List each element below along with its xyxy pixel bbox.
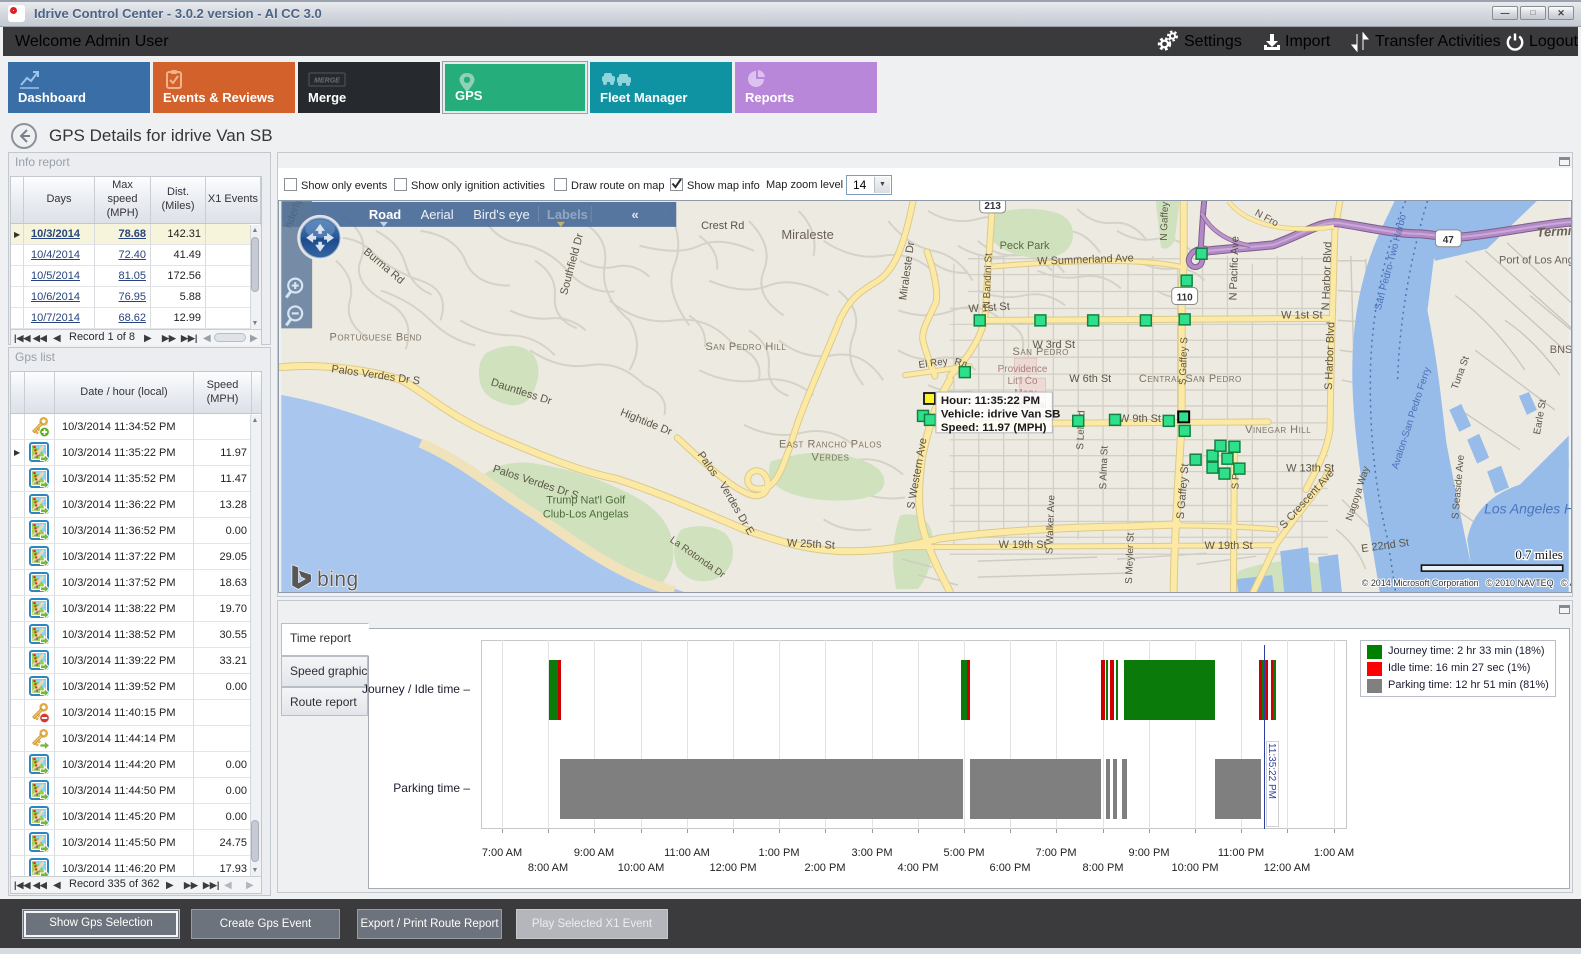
svg-text:S Gaffey S: S Gaffey S — [1178, 337, 1191, 386]
svg-text:213: 213 — [984, 201, 1001, 212]
svg-text:S Alma St: S Alma St — [1098, 445, 1111, 489]
svg-text:Terminal Is: Terminal Is — [1536, 221, 1572, 240]
svg-text:Club-Los Angelas: Club-Los Angelas — [543, 508, 629, 520]
svg-text:W 19th St: W 19th St — [999, 539, 1047, 551]
svg-text:N Gaffey Pl: N Gaffey Pl — [1159, 200, 1172, 241]
svg-text:0.7 miles: 0.7 miles — [1515, 547, 1562, 562]
svg-text:Crest Rd: Crest Rd — [701, 220, 744, 232]
svg-text:Los Angeles Harb: Los Angeles Harb — [1484, 500, 1572, 516]
svg-text:San Pedro: San Pedro — [1013, 346, 1069, 358]
svg-text:Speed: 11.97 (MPH): Speed: 11.97 (MPH) — [941, 422, 1047, 434]
svg-text:110: 110 — [1177, 292, 1194, 303]
svg-text:BNSF-Port: BNSF-Port — [1550, 344, 1572, 356]
svg-text:S P: S P — [1230, 473, 1242, 490]
svg-text:Miraleste: Miraleste — [781, 227, 833, 242]
svg-text:W 1st St: W 1st St — [1281, 309, 1322, 321]
svg-text:Portuguese Bend: Portuguese Bend — [330, 331, 423, 343]
svg-text:East Rancho Palos: East Rancho Palos — [779, 439, 882, 451]
svg-text:Trump Nat'l Golf: Trump Nat'l Golf — [546, 494, 626, 506]
svg-text:Port of Los Angel: Port of Los Angel — [1499, 255, 1572, 267]
svg-text:W 25th St: W 25th St — [787, 537, 836, 551]
svg-text:Hour: 11:35:22 PM: Hour: 11:35:22 PM — [941, 395, 1040, 407]
svg-text:S Meyler St: S Meyler St — [1124, 532, 1137, 584]
svg-text:© 2014 Microsoft Corporation: © 2014 Microsoft Corporation © 2010 NAVT… — [1362, 578, 1572, 588]
svg-text:W 6th St: W 6th St — [1069, 373, 1111, 385]
svg-text:W 9th St: W 9th St — [1119, 413, 1161, 425]
svg-text:Vinegar Hill: Vinegar Hill — [1245, 424, 1311, 436]
svg-text:S Harbor Blvd: S Harbor Blvd — [1323, 322, 1337, 390]
svg-text:Peck Park: Peck Park — [1000, 240, 1050, 252]
svg-text:Labels: Labels — [547, 207, 588, 222]
svg-text:«: « — [632, 207, 639, 222]
svg-text:Providence: Providence — [998, 364, 1048, 375]
svg-text:San Pedro Hill: San Pedro Hill — [705, 341, 786, 353]
svg-text:Lit'l Co: Lit'l Co — [1007, 376, 1038, 387]
svg-text:Road: Road — [369, 207, 401, 222]
svg-text:Vehicle: idrive Van SB: Vehicle: idrive Van SB — [941, 408, 1061, 420]
svg-text:MERGE: MERGE — [314, 78, 340, 85]
svg-text:N Bandini St: N Bandini St — [982, 253, 995, 309]
svg-text:N Harbor Blvd: N Harbor Blvd — [1320, 241, 1334, 310]
svg-text:bing: bing — [317, 568, 358, 591]
svg-text:N Pacific Ave: N Pacific Ave — [1227, 236, 1241, 301]
svg-text:Central San Pedro: Central San Pedro — [1139, 373, 1242, 385]
svg-text:Bird's eye: Bird's eye — [473, 207, 529, 222]
svg-text:47: 47 — [1443, 235, 1455, 246]
svg-text:Verdes: Verdes — [812, 452, 850, 464]
svg-text:W 19th St: W 19th St — [1205, 540, 1253, 552]
svg-text:Aerial: Aerial — [421, 207, 454, 222]
